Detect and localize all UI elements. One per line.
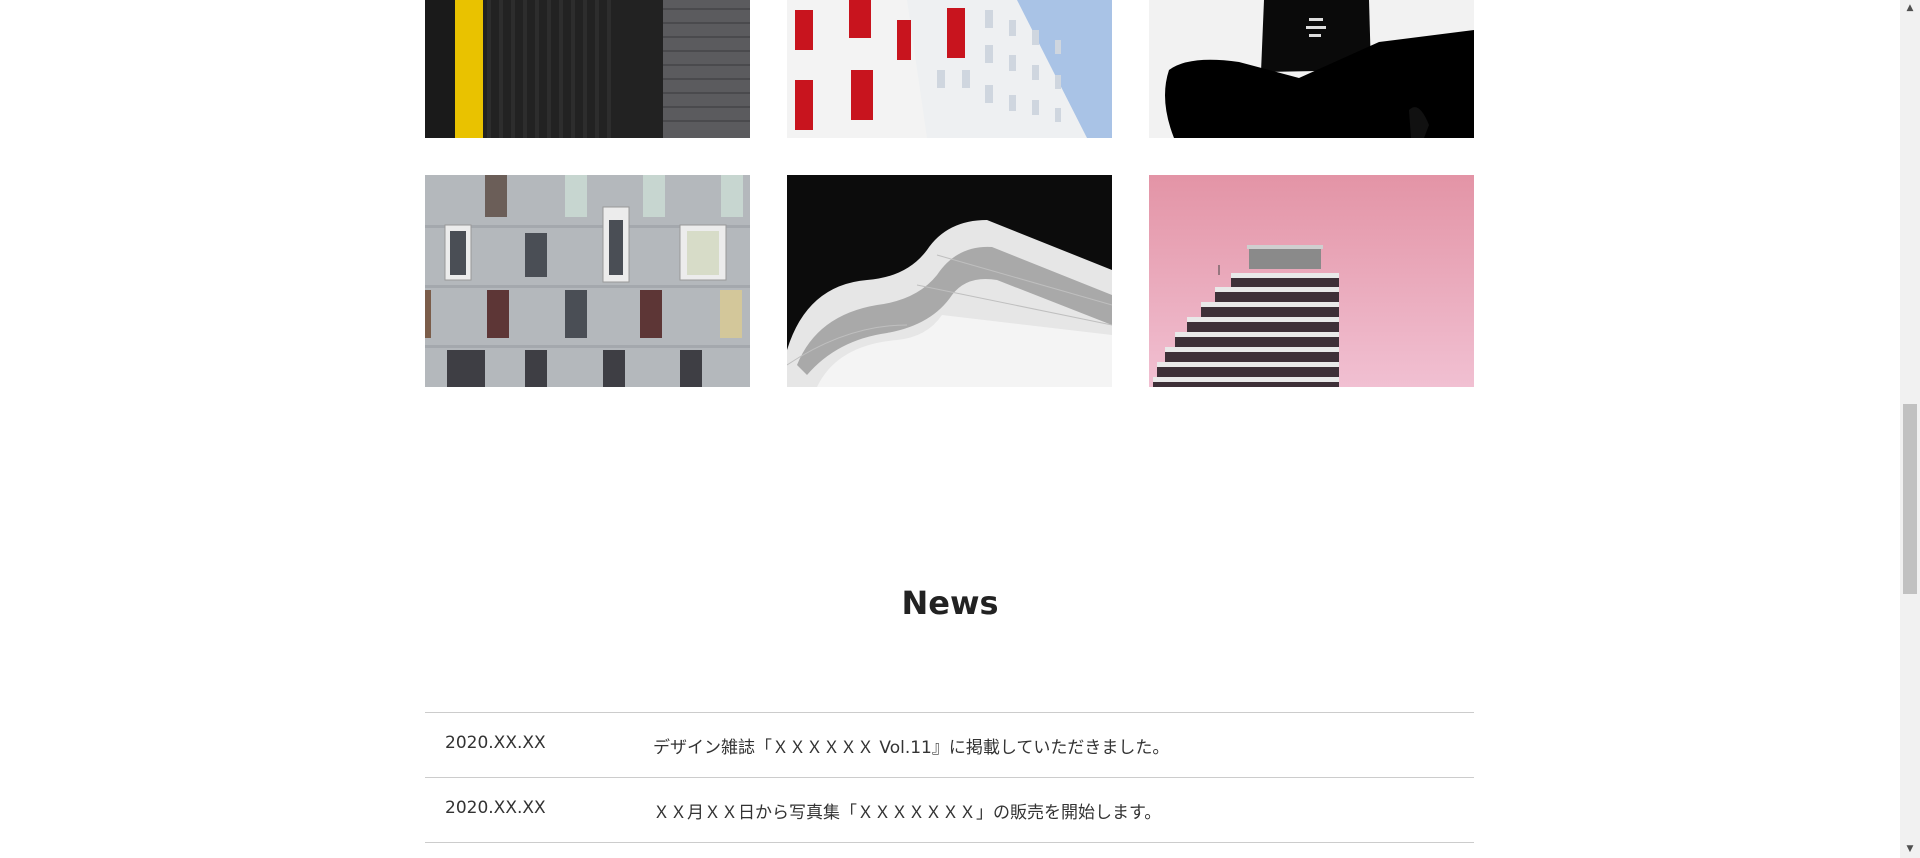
gallery-image-red-windows[interactable] [787, 0, 1112, 138]
chevron-up-icon[interactable]: ▲ [1900, 0, 1920, 17]
news-text[interactable]: デザイン雑誌「ＸＸＸＸＸＸ Vol.11』に掲載していただきました。 [653, 733, 1169, 758]
news-item[interactable]: 2020.XX.XX ＸＸ月ＸＸ日から写真集「ＸＸＸＸＸＸＸ」の販売を開始します… [425, 778, 1474, 843]
gallery-image-dark-facade[interactable] [425, 0, 750, 138]
scrollbar-thumb[interactable] [1903, 404, 1917, 594]
news-heading: News [901, 584, 999, 622]
gallery-image-pink-tower[interactable] [1149, 175, 1474, 387]
gallery-image-chair-sign[interactable] [1149, 0, 1474, 138]
gallery-image-curved-building[interactable] [787, 175, 1112, 387]
news-date: 2020.XX.XX [445, 733, 546, 753]
news-list: 2020.XX.XX デザイン雑誌「ＸＸＸＸＸＸ Vol.11』に掲載していただ… [425, 712, 1474, 843]
news-text[interactable]: ＸＸ月ＸＸ日から写真集「ＸＸＸＸＸＸＸ」の販売を開始します。 [653, 798, 1161, 823]
gallery-image-grey-wall[interactable] [425, 175, 750, 387]
news-item[interactable]: 2020.XX.XX デザイン雑誌「ＸＸＸＸＸＸ Vol.11』に掲載していただ… [425, 713, 1474, 778]
chevron-down-icon[interactable]: ▼ [1900, 841, 1920, 858]
vertical-scrollbar[interactable]: ▲ ▼ [1900, 0, 1920, 858]
page-viewport: News 2020.XX.XX デザイン雑誌「ＸＸＸＸＸＸ Vol.11』に掲載… [0, 0, 1900, 858]
news-date: 2020.XX.XX [445, 798, 546, 818]
